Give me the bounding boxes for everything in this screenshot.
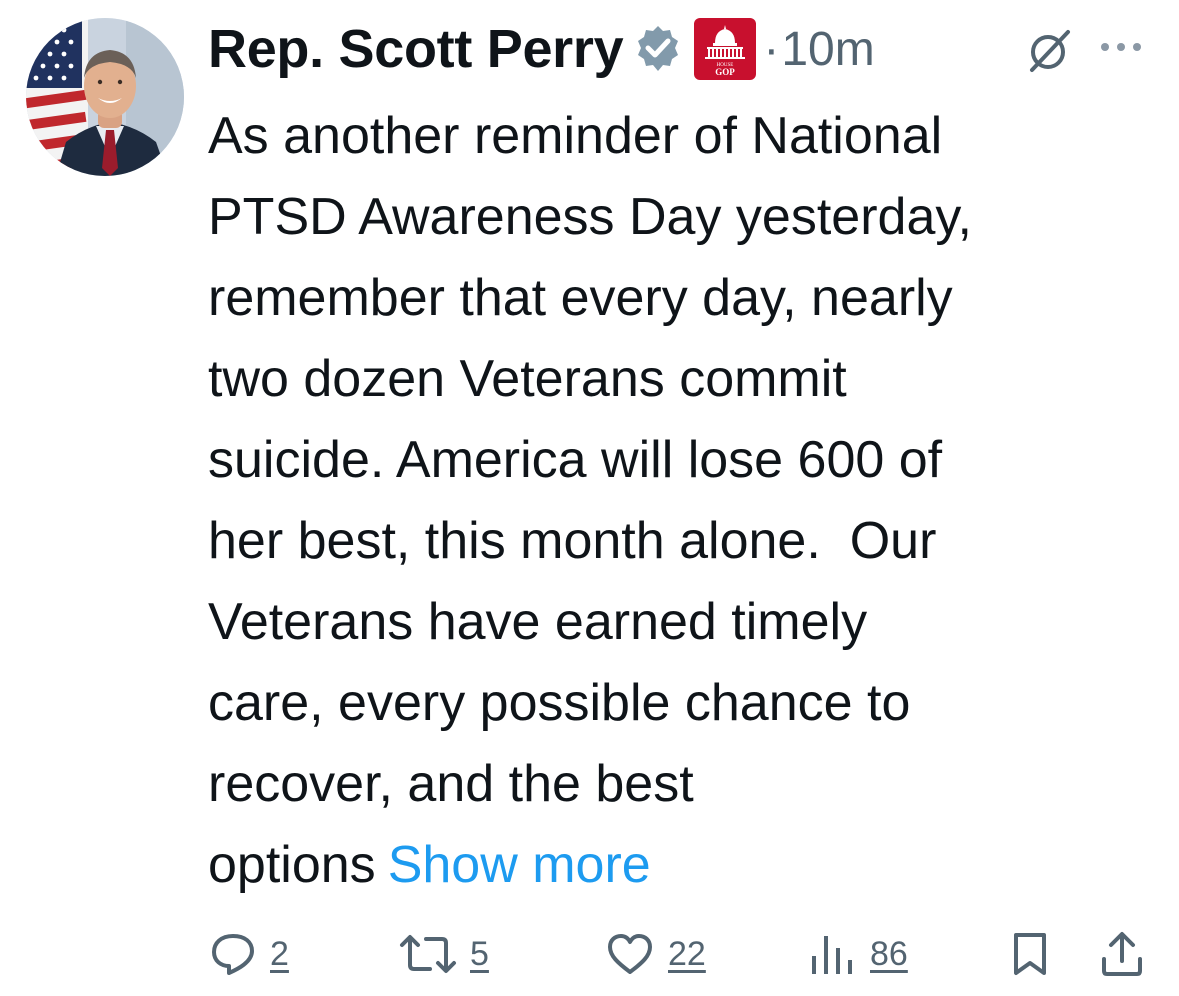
tweet-text: As another reminder of National PTSD Awa…	[208, 96, 1148, 906]
reply-count: 2	[270, 934, 289, 973]
tweet-text-line: options	[208, 836, 376, 894]
tweet-text-line: PTSD Awareness Day yesterday,	[208, 188, 972, 246]
views-count: 86	[870, 934, 908, 973]
tweet-text-last-line: options Show more	[208, 825, 1148, 906]
tweet-text-line: suicide. America will lose 600 of	[208, 431, 943, 489]
tweet-text-line: two dozen Veterans commit	[208, 350, 847, 408]
avatar[interactable]	[26, 18, 184, 176]
tweet-text-line: remember that every day, nearly	[208, 269, 953, 327]
tweet-text-line: her best, this month alone. Our	[208, 512, 937, 570]
views-button[interactable]: 86	[806, 926, 908, 982]
tweet-card[interactable]: Rep. Scott Perry HOUSE GOP · 10m As anot…	[0, 0, 1179, 996]
tweet-text-line: Veterans have earned timely	[208, 593, 868, 651]
house-gop-badge-icon[interactable]: HOUSE GOP	[693, 17, 757, 81]
verified-badge-icon[interactable]	[633, 24, 683, 74]
tweet-text-line: care, every possible chance to	[208, 674, 911, 732]
tweet-text-line: As another reminder of National	[208, 107, 943, 165]
repost-button[interactable]: 5	[398, 926, 489, 982]
more-options-icon[interactable]	[1098, 40, 1144, 54]
views-chart-icon	[812, 936, 852, 974]
meta-separator: ·	[763, 22, 780, 76]
author-name[interactable]: Rep. Scott Perry	[208, 18, 624, 80]
bookmark-icon	[1014, 933, 1046, 975]
reply-button[interactable]: 2	[210, 926, 289, 982]
grok-icon[interactable]	[1024, 24, 1076, 76]
show-more-link[interactable]: Show more	[388, 836, 651, 894]
action-bar: 2 5 22 86	[0, 926, 1179, 982]
avatar-photo	[26, 18, 184, 176]
share-icon	[1102, 932, 1142, 976]
repost-count: 5	[470, 934, 489, 973]
repost-icon	[400, 935, 456, 973]
tweet-header: Rep. Scott Perry HOUSE GOP · 10m	[208, 14, 875, 84]
svg-text:GOP: GOP	[716, 67, 736, 77]
bookmark-button[interactable]	[1010, 926, 1050, 982]
tweet-text-line: recover, and the best	[208, 755, 694, 813]
like-count: 22	[668, 934, 706, 973]
like-button[interactable]: 22	[606, 926, 706, 982]
reply-icon	[212, 934, 254, 975]
tweet-timestamp[interactable]: 10m	[781, 22, 874, 77]
heart-icon	[608, 934, 652, 974]
share-button[interactable]	[1100, 926, 1144, 982]
